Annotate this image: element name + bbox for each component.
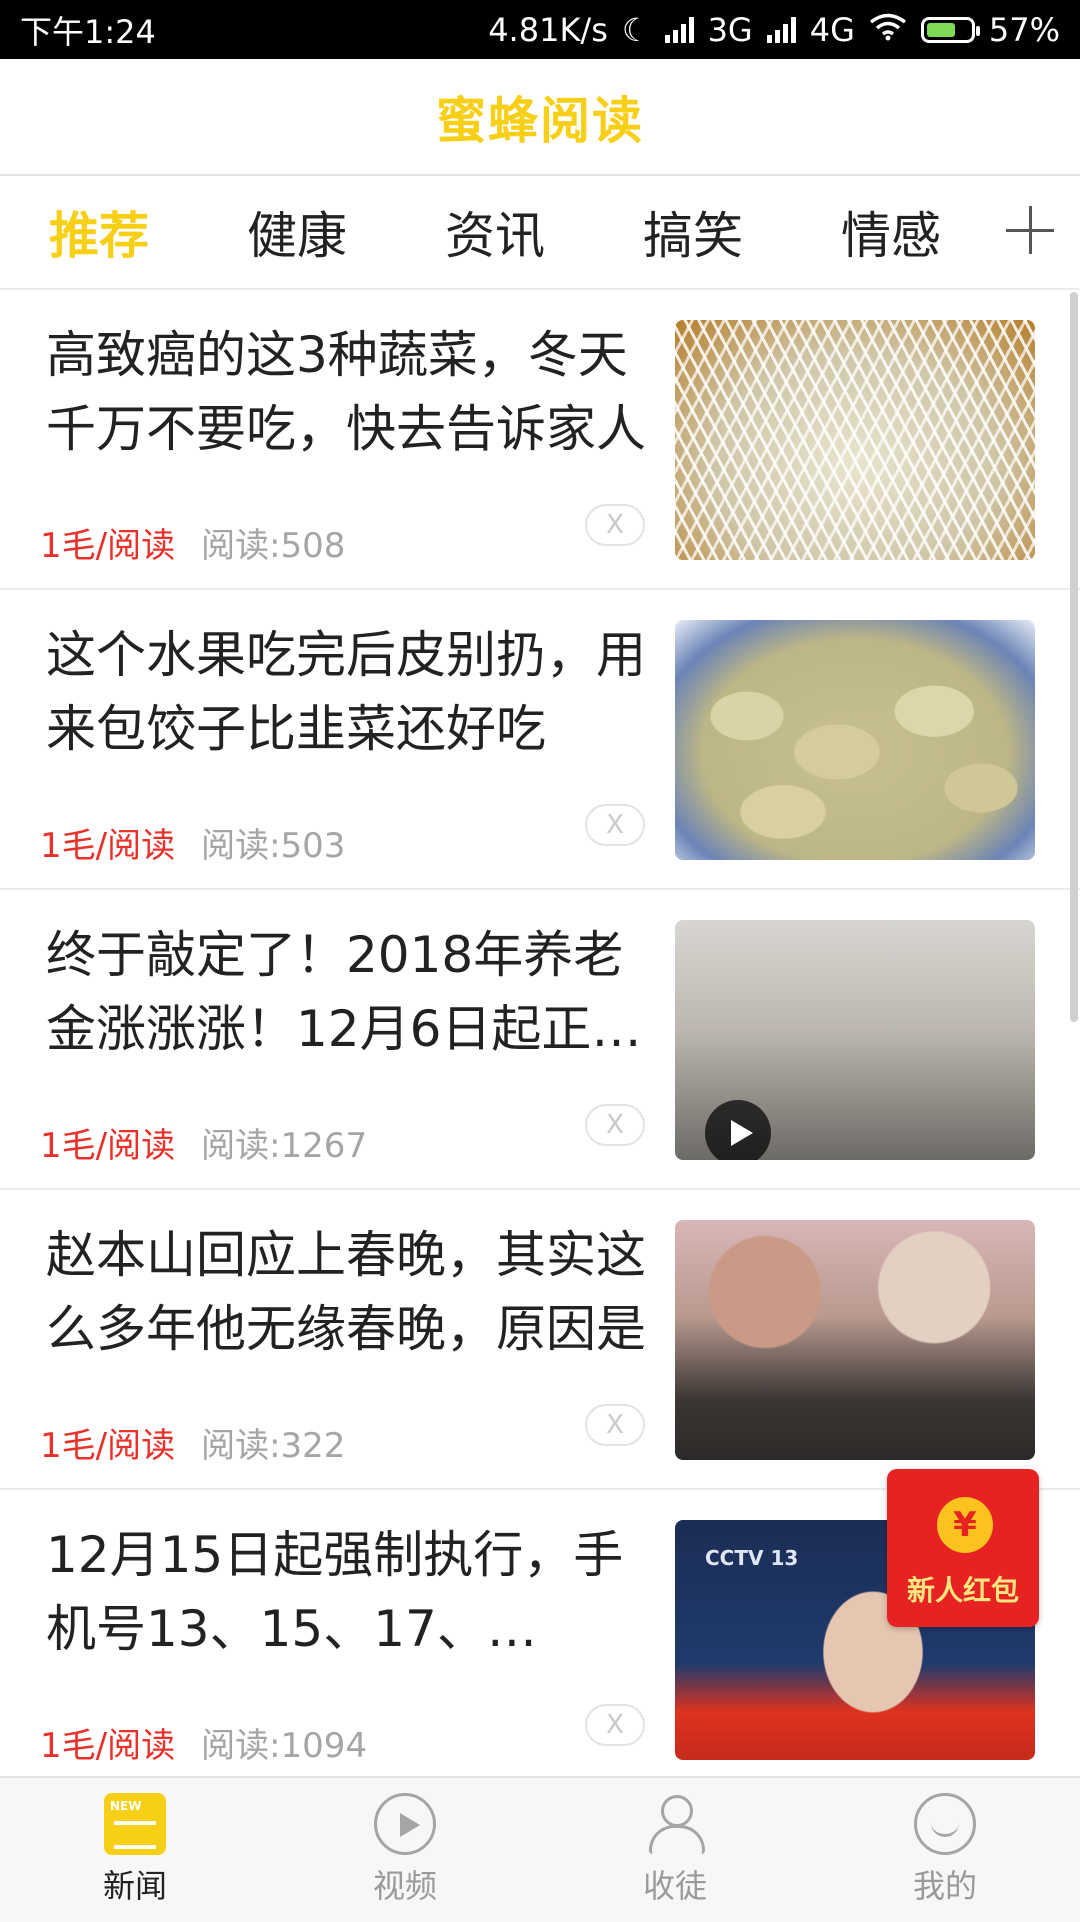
nav-label: 我的 [912,1867,977,1905]
reward-rate: 1毛/阅读 [40,1726,176,1766]
article-thumbnail[interactable] [675,1220,1035,1460]
nav-item-profile[interactable]: 我的 [810,1778,1080,1922]
article-meta: 1毛/阅读 阅读:1267 [40,1118,367,1167]
article-meta: 1毛/阅读 阅读:322 [40,1418,345,1467]
article-meta: 1毛/阅读 阅读:503 [40,818,345,867]
list-item[interactable]: 终于敲定了！2018年养老金涨涨涨！12月6日起正式执行 1毛/阅读 阅读:12… [0,890,1080,1190]
tab-recommended[interactable]: 推荐 [0,196,198,268]
new-user-red-packet-button[interactable]: ¥ 新人红包 [887,1469,1039,1627]
read-count: 阅读:1094 [201,1726,368,1766]
list-item[interactable]: 这个水果吃完后皮别扔，用来包饺子比韭菜还好吃 1毛/阅读 阅读:503 X [0,590,1080,890]
category-tabs: 推荐 健康 资讯 搞笑 情感 [0,176,1080,290]
nav-label: 收徒 [642,1867,707,1905]
signal-icon [664,16,694,43]
signal-icon [766,16,796,43]
tab-news[interactable]: 资讯 [396,196,594,268]
article-title[interactable]: 终于敲定了！2018年养老金涨涨涨！12月6日起正式执行 [46,918,646,1066]
nav-item-apprentice[interactable]: 收徒 [540,1778,810,1922]
tab-health[interactable]: 健康 [198,196,396,268]
status-bar: 下午1:24 4.81K/s ☾ 3G 4G 57% [0,0,1080,59]
news-icon [104,1793,166,1855]
tab-funny[interactable]: 搞笑 [594,196,792,268]
read-count: 阅读:1267 [201,1126,368,1166]
scrollbar[interactable] [1070,292,1078,1022]
bottom-nav: 新闻 视频 收徒 我的 [0,1776,1080,1922]
dismiss-button[interactable]: X [585,804,645,846]
dismiss-button[interactable]: X [585,504,645,546]
reward-rate: 1毛/阅读 [40,1426,176,1466]
cctv-logo: CCTV 13 [705,1546,799,1570]
list-item[interactable]: 赵本山回应上春晚，其实这么多年他无缘春晚，原因是 1毛/阅读 阅读:322 X [0,1190,1080,1490]
dismiss-button[interactable]: X [585,1404,645,1446]
battery-level: 57% [988,10,1060,49]
nav-label: 新闻 [102,1867,167,1905]
article-meta: 1毛/阅读 阅读:508 [40,518,345,567]
status-indicators: 4.81K/s ☾ 3G 4G 57% [488,11,1060,49]
nav-label: 视频 [372,1867,437,1905]
dismiss-button[interactable]: X [585,1104,645,1146]
read-count: 阅读:503 [201,826,346,866]
wifi-icon [869,11,907,49]
apprentice-icon [644,1793,706,1855]
play-icon[interactable] [705,1100,771,1160]
article-title[interactable]: 这个水果吃完后皮别扔，用来包饺子比韭菜还好吃 [46,618,646,766]
article-meta: 1毛/阅读 阅读:1094 [40,1718,367,1767]
battery-icon [920,16,980,43]
dismiss-button[interactable]: X [585,1704,645,1746]
article-thumbnail[interactable] [675,920,1035,1160]
app-header: 蜜蜂阅读 [0,59,1080,176]
reward-rate: 1毛/阅读 [40,1126,176,1166]
coin-icon: ¥ [937,1497,993,1553]
net-speed: 4.81K/s [488,10,608,49]
nav-item-news[interactable]: 新闻 [0,1778,270,1922]
nav-item-video[interactable]: 视频 [270,1778,540,1922]
list-item[interactable]: 高致癌的这3种蔬菜，冬天千万不要吃，快去告诉家人 1毛/阅读 阅读:508 X [0,290,1080,590]
read-count: 阅读:508 [201,526,346,566]
app-title: 蜜蜂阅读 [436,91,644,150]
video-icon [374,1793,436,1855]
reward-rate: 1毛/阅读 [40,826,176,866]
add-tab-icon[interactable] [998,198,1062,262]
moon-icon: ☾ [621,10,651,49]
reward-rate: 1毛/阅读 [40,526,176,566]
article-title[interactable]: 高致癌的这3种蔬菜，冬天千万不要吃，快去告诉家人 [46,318,646,466]
tab-emotion[interactable]: 情感 [792,196,990,268]
network-4g: 4G [809,10,855,49]
article-thumbnail[interactable] [675,320,1035,560]
read-count: 阅读:322 [201,1426,346,1466]
red-packet-label: 新人红包 [906,1574,1019,1607]
article-title[interactable]: 12月15日起强制执行，手机号13、15、17、18…… [46,1518,646,1666]
article-title[interactable]: 赵本山回应上春晚，其实这么多年他无缘春晚，原因是 [46,1218,646,1366]
network-3g: 3G [707,10,753,49]
profile-icon [914,1793,976,1855]
status-time: 下午1:24 [20,12,156,51]
article-thumbnail[interactable] [675,620,1035,860]
